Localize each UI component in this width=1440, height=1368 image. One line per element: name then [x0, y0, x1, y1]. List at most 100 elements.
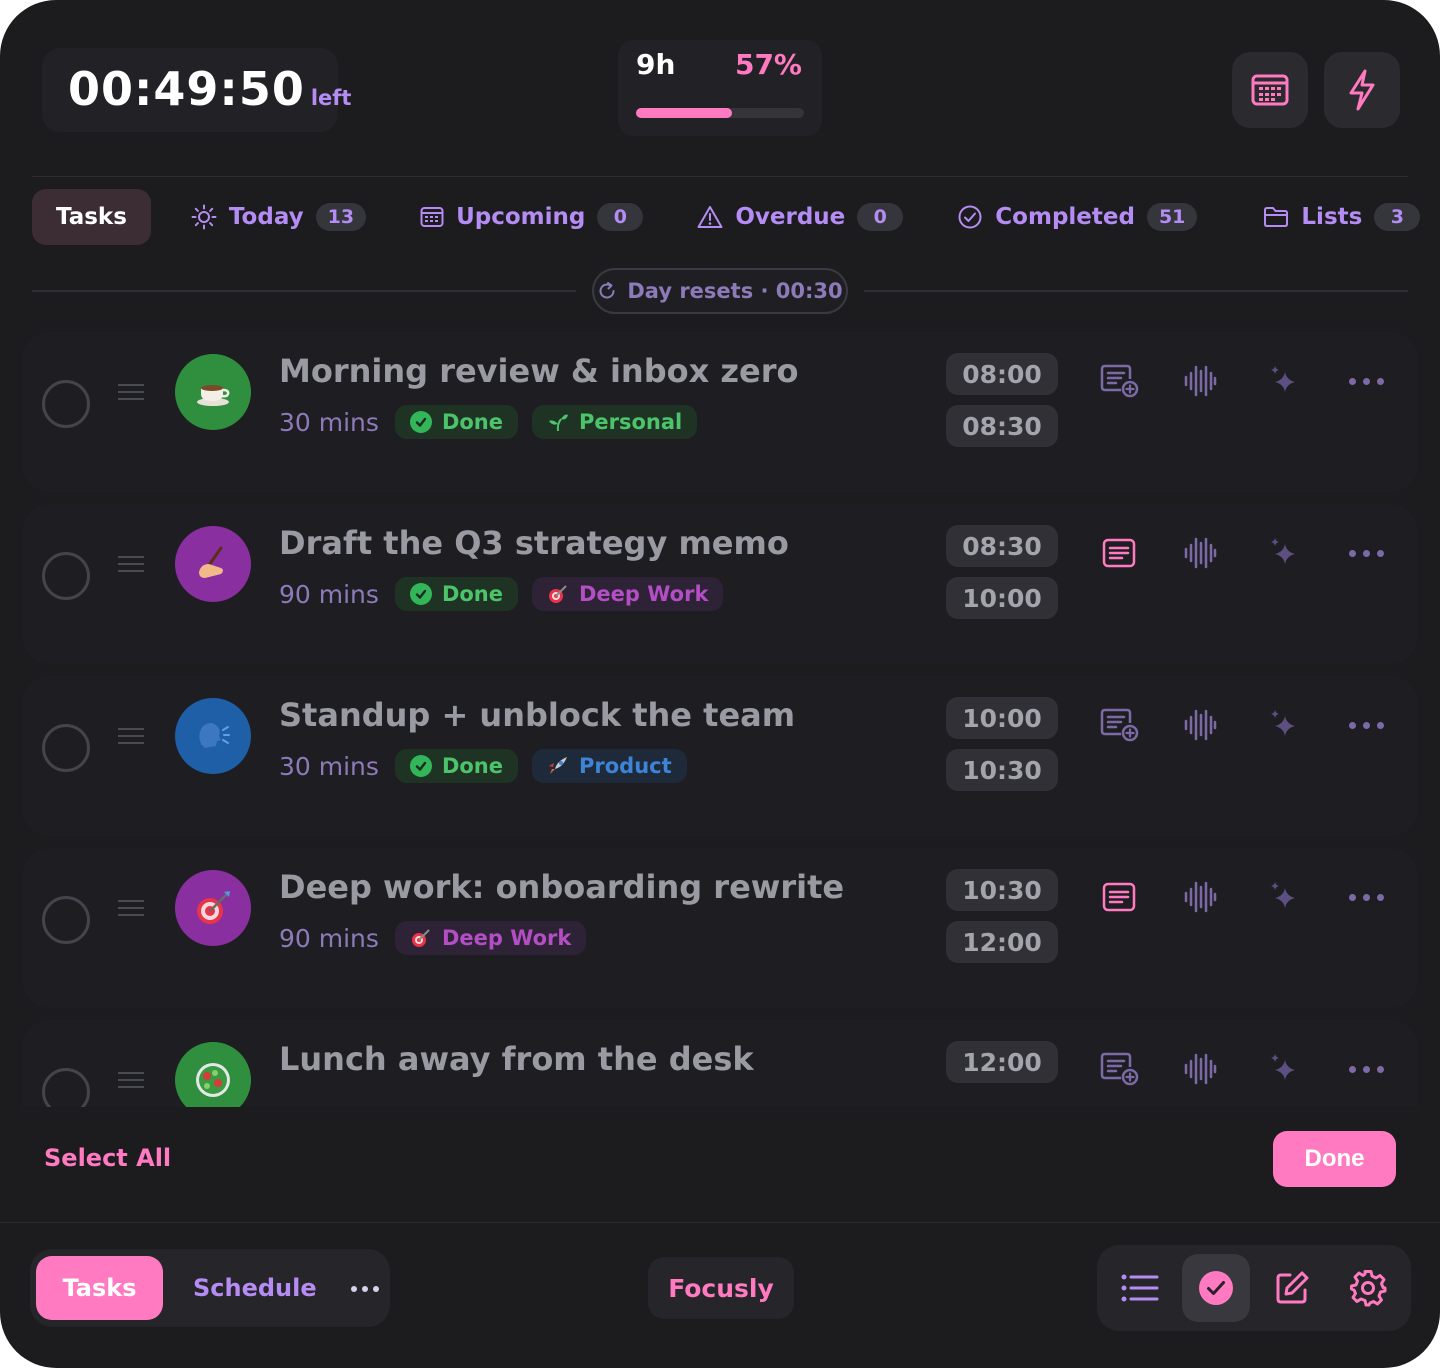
start-time[interactable]: 10:00 [946, 697, 1058, 739]
task-checkbox[interactable] [42, 380, 90, 428]
list-label: Deep Work [441, 926, 572, 950]
task-title[interactable]: Morning review & inbox zero [279, 352, 798, 390]
notes-button[interactable] [1095, 529, 1143, 577]
done-button[interactable]: Done [1273, 1131, 1396, 1187]
voice-note-button[interactable] [1176, 701, 1224, 749]
settings-button[interactable] [1334, 1254, 1402, 1322]
calendar-button[interactable] [1232, 52, 1308, 128]
task-duration: 90 mins [279, 923, 379, 953]
view-tabs: Tasks Today 13 Upcoming 0 Overdue 0 Comp… [32, 189, 1421, 245]
check-circle-icon [1199, 1271, 1233, 1305]
checkmark-icon [409, 755, 432, 777]
notes-button[interactable] [1095, 701, 1143, 749]
more-options-icon[interactable] [1349, 378, 1384, 385]
note-add-icon [1100, 708, 1139, 742]
task-row[interactable]: Morning review & inbox zero 30 mins Done… [22, 332, 1418, 492]
voice-note-button[interactable] [1176, 357, 1224, 405]
task-checkbox[interactable] [42, 1068, 90, 1107]
list-badge[interactable]: Personal [532, 405, 698, 439]
more-options-icon[interactable] [1349, 894, 1384, 901]
drag-handle-icon[interactable] [118, 900, 144, 921]
status-label: Done [441, 582, 503, 606]
ai-assist-button[interactable] [1260, 357, 1308, 405]
start-time[interactable]: 10:30 [946, 869, 1058, 911]
more-options-icon[interactable] [1349, 722, 1384, 729]
task-checkbox[interactable] [42, 724, 90, 772]
ai-assist-button[interactable] [1260, 873, 1308, 921]
task-checkbox[interactable] [42, 896, 90, 944]
drag-handle-icon[interactable] [118, 728, 144, 749]
start-time[interactable]: 08:30 [946, 525, 1058, 567]
tab-tasks[interactable]: Tasks [32, 189, 151, 245]
list-label: Deep Work [579, 582, 709, 606]
task-row[interactable]: Lunch away from the desk 12:00 [22, 1020, 1418, 1107]
list-badge[interactable]: Product [532, 749, 687, 783]
folder-icon [1264, 207, 1289, 227]
schedule-mode-button[interactable]: Schedule [193, 1256, 317, 1320]
task-meta: 90 mins Done Deep Work [279, 577, 724, 611]
status-badge: Done [394, 405, 518, 439]
tasks-mode-button[interactable]: Tasks [36, 1256, 163, 1320]
list-view-button[interactable] [1106, 1254, 1174, 1322]
tab-label: Lists [1301, 204, 1363, 230]
ai-assist-button[interactable] [1260, 701, 1308, 749]
drag-handle-icon[interactable] [118, 384, 144, 405]
ai-assist-button[interactable] [1260, 529, 1308, 577]
quick-action-button[interactable] [1324, 52, 1400, 128]
target-icon [549, 585, 567, 603]
notes-button[interactable] [1095, 873, 1143, 921]
voice-note-button[interactable] [1176, 1045, 1224, 1093]
note-add-icon [1100, 364, 1139, 398]
progress-fill [636, 108, 732, 118]
select-all-button[interactable]: Select All [44, 1144, 171, 1172]
task-title[interactable]: Standup + unblock the team [279, 696, 795, 734]
more-options-icon[interactable] [1349, 550, 1384, 557]
seedling-icon [549, 414, 568, 432]
bolt-icon [1349, 69, 1375, 111]
view-toolbar [1097, 1245, 1411, 1331]
tab-upcoming[interactable]: Upcoming 0 [420, 203, 644, 231]
task-row[interactable]: Draft the Q3 strategy memo 90 mins Done … [22, 504, 1418, 664]
tab-lists[interactable]: Lists 3 [1263, 203, 1421, 231]
notes-button[interactable] [1095, 1045, 1143, 1093]
tab-today[interactable]: Today 13 [191, 203, 367, 231]
end-time[interactable]: 08:30 [946, 405, 1058, 447]
task-duration: 30 mins [279, 407, 379, 437]
waveform-icon [1184, 881, 1217, 913]
list-label: Personal [579, 410, 683, 434]
note-add-icon [1100, 1052, 1139, 1086]
end-time[interactable]: 12:00 [946, 921, 1058, 963]
edit-icon [1276, 1271, 1309, 1304]
notes-button[interactable] [1095, 357, 1143, 405]
tab-overdue[interactable]: Overdue 0 [697, 203, 904, 231]
task-title[interactable]: Lunch away from the desk [279, 1040, 754, 1078]
start-time[interactable]: 12:00 [946, 1041, 1058, 1083]
tab-completed[interactable]: Completed 51 [957, 203, 1198, 231]
more-icon[interactable] [351, 1286, 379, 1292]
app-window: 00:49:50 left 9h 57% Tasks Today 13 Upco… [0, 0, 1440, 1368]
tab-count-badge: 13 [315, 203, 367, 231]
drag-handle-icon[interactable] [118, 556, 144, 577]
task-row[interactable]: Standup + unblock the team 30 mins Done … [22, 676, 1418, 836]
edit-button[interactable] [1258, 1254, 1326, 1322]
voice-note-button[interactable] [1176, 873, 1224, 921]
task-row[interactable]: Deep work: onboarding rewrite 90 mins De… [22, 848, 1418, 1008]
task-title[interactable]: Draft the Q3 strategy memo [279, 524, 789, 562]
ai-assist-button[interactable] [1260, 1045, 1308, 1093]
more-options-icon[interactable] [1349, 1066, 1384, 1073]
task-checkbox[interactable] [42, 552, 90, 600]
voice-note-button[interactable] [1176, 529, 1224, 577]
status-badge: Done [394, 577, 518, 611]
drag-handle-icon[interactable] [118, 1072, 144, 1093]
waveform-icon [1184, 537, 1217, 569]
end-time[interactable]: 10:00 [946, 577, 1058, 619]
end-time[interactable]: 10:30 [946, 749, 1058, 791]
list-badge[interactable]: Deep Work [394, 921, 587, 955]
start-time[interactable]: 08:00 [946, 353, 1058, 395]
task-title[interactable]: Deep work: onboarding rewrite [279, 868, 844, 906]
waveform-icon [1184, 365, 1217, 397]
list-badge[interactable]: Deep Work [532, 577, 724, 611]
task-view-button[interactable] [1182, 1254, 1250, 1322]
tab-count-badge: 51 [1146, 203, 1198, 231]
checkmark-icon [409, 583, 432, 605]
